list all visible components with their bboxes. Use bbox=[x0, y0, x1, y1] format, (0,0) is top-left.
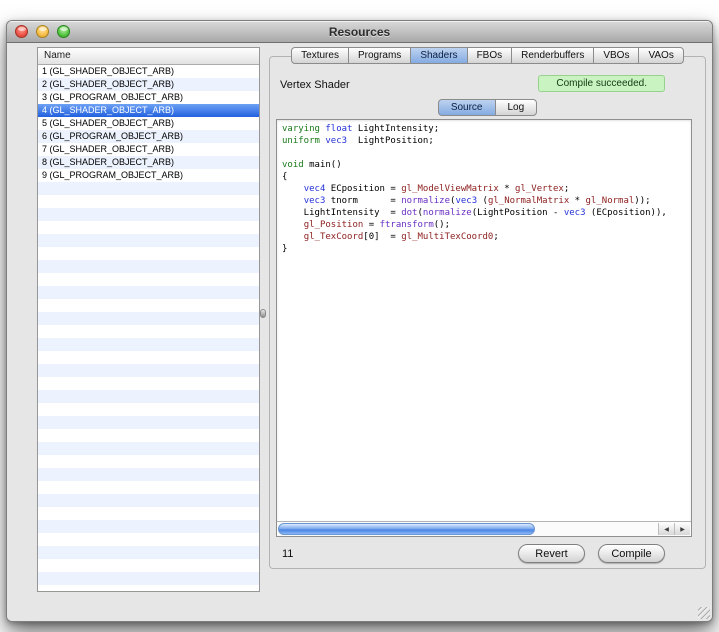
list-item-empty[interactable] bbox=[38, 507, 259, 520]
list-item[interactable]: 6 (GL_PROGRAM_OBJECT_ARB) bbox=[38, 130, 259, 143]
tab-bar: TexturesProgramsShadersFBOsRenderbuffers… bbox=[269, 47, 706, 64]
tab-renderbuffers[interactable]: Renderbuffers bbox=[511, 47, 594, 64]
list-item-empty[interactable] bbox=[38, 546, 259, 559]
list-item[interactable]: 1 (GL_SHADER_OBJECT_ARB) bbox=[38, 65, 259, 78]
footer-buttons: Revert Compile bbox=[518, 544, 665, 563]
list-item[interactable]: 3 (GL_PROGRAM_OBJECT_ARB) bbox=[38, 91, 259, 104]
scrollbar-arrows: ◀ ▶ bbox=[658, 523, 690, 535]
list-item-empty[interactable] bbox=[38, 533, 259, 546]
list-item-empty[interactable] bbox=[38, 221, 259, 234]
scrollbar-thumb[interactable] bbox=[278, 523, 535, 535]
list-item-empty[interactable] bbox=[38, 520, 259, 533]
list-item-empty[interactable] bbox=[38, 481, 259, 494]
titlebar[interactable]: Resources bbox=[7, 21, 712, 43]
window-title: Resources bbox=[7, 21, 712, 43]
tab-vbos[interactable]: VBOs bbox=[593, 47, 639, 64]
list-item-empty[interactable] bbox=[38, 208, 259, 221]
list-item-empty[interactable] bbox=[38, 494, 259, 507]
list-item-empty[interactable] bbox=[38, 312, 259, 325]
list-item-empty[interactable] bbox=[38, 299, 259, 312]
list-item-empty[interactable] bbox=[38, 429, 259, 442]
list-item[interactable]: 2 (GL_SHADER_OBJECT_ARB) bbox=[38, 78, 259, 91]
list-item-empty[interactable] bbox=[38, 572, 259, 585]
minimize-button[interactable] bbox=[36, 25, 49, 38]
scroll-right-icon[interactable]: ▶ bbox=[674, 523, 690, 535]
list-item-empty[interactable] bbox=[38, 416, 259, 429]
list-item-empty[interactable] bbox=[38, 247, 259, 260]
list-item-empty[interactable] bbox=[38, 182, 259, 195]
splitter[interactable] bbox=[259, 47, 269, 592]
segment-source[interactable]: Source bbox=[438, 99, 496, 116]
compile-button[interactable]: Compile bbox=[598, 544, 665, 563]
list-item-empty[interactable] bbox=[38, 390, 259, 403]
list-item[interactable]: 8 (GL_SHADER_OBJECT_ARB) bbox=[38, 156, 259, 169]
close-button[interactable] bbox=[15, 25, 28, 38]
list-item-empty[interactable] bbox=[38, 338, 259, 351]
tab-shaders[interactable]: Shaders bbox=[410, 47, 467, 64]
zoom-button[interactable] bbox=[57, 25, 70, 38]
source-log-segmented-control: SourceLog bbox=[270, 99, 705, 116]
tab-textures[interactable]: Textures bbox=[291, 47, 349, 64]
resource-list: Name 1 (GL_SHADER_OBJECT_ARB)2 (GL_SHADE… bbox=[37, 47, 260, 592]
list-item[interactable]: 9 (GL_PROGRAM_OBJECT_ARB) bbox=[38, 169, 259, 182]
list-item-empty[interactable] bbox=[38, 468, 259, 481]
list-item-empty[interactable] bbox=[38, 351, 259, 364]
tab-programs[interactable]: Programs bbox=[348, 47, 411, 64]
segment-log[interactable]: Log bbox=[495, 99, 538, 116]
column-header-name[interactable]: Name bbox=[38, 48, 259, 65]
list-item-empty[interactable] bbox=[38, 364, 259, 377]
list-item-empty[interactable] bbox=[38, 325, 259, 338]
tab-vaos[interactable]: VAOs bbox=[638, 47, 683, 64]
list-item-empty[interactable] bbox=[38, 195, 259, 208]
shader-type-label: Vertex Shader bbox=[280, 79, 350, 91]
list-item-empty[interactable] bbox=[38, 286, 259, 299]
window-content: Name 1 (GL_SHADER_OBJECT_ARB)2 (GL_SHADE… bbox=[7, 43, 712, 621]
horizontal-scrollbar[interactable]: ◀ ▶ bbox=[277, 521, 691, 536]
list-item-empty[interactable] bbox=[38, 234, 259, 247]
list-item-empty[interactable] bbox=[38, 585, 259, 591]
list-item-empty[interactable] bbox=[38, 260, 259, 273]
line-indicator: 11 bbox=[282, 548, 293, 560]
revert-button[interactable]: Revert bbox=[518, 544, 585, 563]
resources-window: Resources Name 1 (GL_SHADER_OBJECT_ARB)2… bbox=[6, 20, 713, 622]
code-editor[interactable]: varying float LightIntensity;uniform vec… bbox=[276, 119, 692, 537]
list-item[interactable]: 4 (GL_SHADER_OBJECT_ARB) bbox=[38, 104, 259, 117]
shader-panel: Vertex Shader Compile succeeded. SourceL… bbox=[269, 56, 706, 569]
list-item[interactable]: 7 (GL_SHADER_OBJECT_ARB) bbox=[38, 143, 259, 156]
resize-grip[interactable] bbox=[698, 607, 710, 619]
list-item-empty[interactable] bbox=[38, 455, 259, 468]
list-item-empty[interactable] bbox=[38, 377, 259, 390]
scroll-left-icon[interactable]: ◀ bbox=[658, 523, 674, 535]
splitter-dimple bbox=[260, 309, 266, 318]
list-item-empty[interactable] bbox=[38, 442, 259, 455]
shader-source-text[interactable]: varying float LightIntensity;uniform vec… bbox=[277, 120, 691, 521]
compile-status-badge: Compile succeeded. bbox=[538, 75, 665, 92]
resource-list-body[interactable]: 1 (GL_SHADER_OBJECT_ARB)2 (GL_SHADER_OBJ… bbox=[38, 65, 259, 591]
list-item-empty[interactable] bbox=[38, 403, 259, 416]
tab-fbos[interactable]: FBOs bbox=[467, 47, 513, 64]
list-item-empty[interactable] bbox=[38, 273, 259, 286]
list-item[interactable]: 5 (GL_SHADER_OBJECT_ARB) bbox=[38, 117, 259, 130]
list-item-empty[interactable] bbox=[38, 559, 259, 572]
